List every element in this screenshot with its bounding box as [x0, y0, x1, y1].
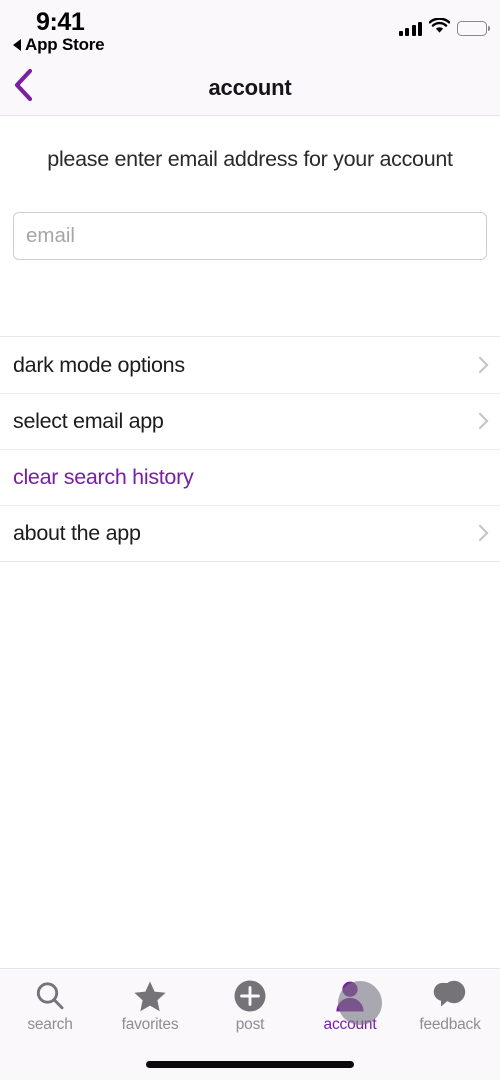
- plus-circle-icon: [233, 977, 267, 1015]
- home-indicator: [146, 1061, 354, 1068]
- settings-row-label: clear search history: [13, 465, 194, 489]
- chevron-right-icon: [474, 356, 485, 375]
- tab-label: favorites: [121, 1016, 179, 1033]
- star-icon: [132, 977, 168, 1015]
- tab-account[interactable]: account: [300, 977, 400, 1047]
- settings-row-dark-mode-options[interactable]: dark mode options: [0, 337, 500, 393]
- tab-bar-items: search favorites post account feedback: [0, 969, 500, 1047]
- tab-bar: search favorites post account feedback: [0, 968, 500, 1080]
- settings-row-select-email-app[interactable]: select email app: [0, 393, 500, 449]
- cellular-signal-icon: [398, 21, 422, 36]
- tab-post[interactable]: post: [200, 977, 300, 1047]
- navigation-bar: account: [0, 60, 500, 116]
- settings-row-label: about the app: [13, 521, 141, 545]
- settings-row-label: dark mode options: [13, 352, 185, 377]
- chevron-right-icon: [474, 524, 485, 543]
- settings-row-label: select email app: [13, 409, 164, 433]
- status-bar-back-to-app[interactable]: App Store: [13, 35, 105, 55]
- email-prompt-text: please enter email address for your acco…: [47, 147, 453, 171]
- search-icon: [33, 977, 67, 1015]
- speech-bubbles-icon: [431, 977, 469, 1015]
- settings-row-about-the-app[interactable]: about the app: [0, 505, 500, 561]
- status-bar-back-label: App Store: [25, 35, 105, 54]
- triangle-left-icon: [13, 39, 21, 51]
- tab-label: feedback: [419, 1016, 481, 1033]
- settings-list: dark mode options select email app clear…: [0, 336, 500, 562]
- tab-feedback[interactable]: feedback: [400, 977, 500, 1047]
- status-bar: 9:41 App Store: [0, 0, 500, 60]
- person-icon: [333, 977, 367, 1015]
- settings-row-clear-search-history[interactable]: clear search history: [0, 449, 500, 505]
- page-title: account: [208, 74, 292, 100]
- tab-label: account: [323, 1016, 377, 1033]
- battery-full-icon: [457, 21, 491, 36]
- tab-label: post: [235, 1016, 265, 1033]
- email-input[interactable]: [13, 212, 487, 260]
- wifi-icon: [428, 17, 451, 39]
- status-bar-time: 9:41: [36, 8, 85, 36]
- chevron-right-icon: [474, 412, 485, 431]
- tab-label: search: [27, 1016, 73, 1033]
- status-bar-indicators: [398, 17, 491, 39]
- tab-favorites[interactable]: favorites: [100, 977, 200, 1047]
- tab-search[interactable]: search: [0, 977, 100, 1047]
